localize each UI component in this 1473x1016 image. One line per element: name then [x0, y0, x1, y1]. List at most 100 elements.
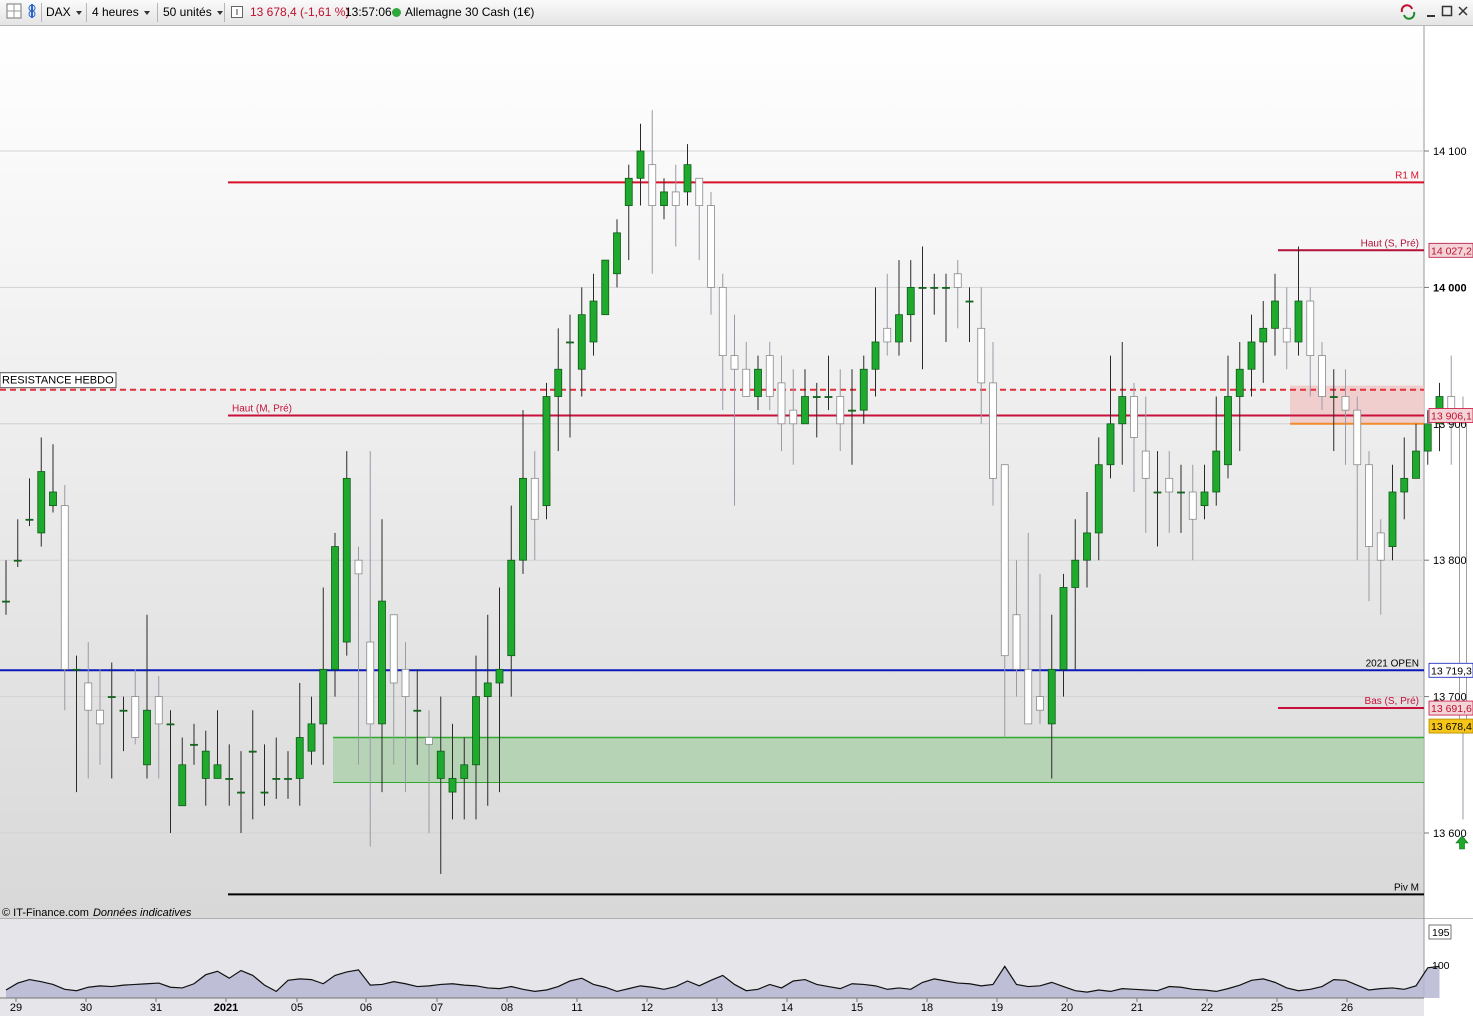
candle-bull: [319, 668, 328, 725]
status-dot-icon: [392, 8, 401, 17]
candle-bull: [260, 791, 269, 794]
x-tick-label: 19: [991, 1002, 1003, 1014]
candle-bear: [1130, 396, 1138, 438]
close-icon[interactable]: [1457, 4, 1469, 22]
candle-bull: [448, 778, 457, 793]
chevron-down-icon: [216, 10, 223, 15]
candle-bull: [1259, 327, 1268, 343]
candle-bull: [636, 150, 645, 179]
units-label: 50 unités: [163, 5, 212, 19]
link-icon[interactable]: [26, 0, 38, 25]
timeframe-select[interactable]: 4 heures: [92, 0, 150, 25]
level-label: 2021 OPEN: [1366, 658, 1419, 669]
candle-bull: [1083, 532, 1091, 561]
maximize-icon[interactable]: [1441, 4, 1453, 22]
candle-bull: [472, 696, 480, 766]
candle-bull: [1118, 396, 1127, 425]
y-tick-label: 13 800: [1433, 555, 1467, 567]
candle-bear: [1353, 409, 1362, 466]
candle-bear: [836, 396, 845, 425]
candle-bull: [1212, 450, 1221, 493]
refresh-icon[interactable]: [1399, 4, 1417, 24]
candle-bull: [754, 368, 762, 397]
candle-bear: [953, 273, 962, 288]
candle-bull: [272, 778, 281, 780]
candle-bull: [190, 743, 198, 746]
candle-bull: [824, 396, 833, 398]
indicator-axis-label: 195: [1432, 927, 1450, 939]
price-badge-label: 14 027,2: [1431, 245, 1472, 257]
price-badge-label: 13 906,1: [1431, 410, 1472, 422]
candle-bull: [613, 232, 621, 275]
candle-bear: [401, 668, 410, 698]
candle-bear: [707, 205, 715, 288]
candle-bear: [1282, 327, 1291, 343]
x-tick-label: 25: [1271, 1002, 1283, 1014]
candle-bear: [883, 327, 892, 343]
grid-icon[interactable]: [6, 0, 22, 25]
candle-bull: [1153, 491, 1162, 494]
candle-bull: [1224, 396, 1232, 466]
indicator-axis-label: 100: [1432, 960, 1450, 972]
toolbar-separator: [224, 3, 225, 22]
y-tick-label: 14 100: [1433, 146, 1467, 158]
candle-bear: [695, 177, 704, 206]
candle-bear: [131, 696, 140, 738]
candle-bull: [460, 764, 469, 779]
x-tick-label: 12: [641, 1002, 653, 1014]
candle-bear: [648, 164, 657, 206]
price-change: 13 678,4 (-1,61 %): [250, 5, 350, 19]
candle-bear: [718, 286, 727, 356]
support-zone: [333, 737, 1424, 783]
candle-bull: [37, 471, 46, 534]
toolbar-separator: [86, 3, 87, 22]
candle-bear: [530, 477, 539, 520]
x-tick-label: 18: [921, 1002, 933, 1014]
chevron-down-icon: [75, 10, 82, 15]
candle-bull: [49, 491, 57, 507]
candle-bull: [1247, 341, 1256, 370]
candle-bull: [683, 164, 692, 193]
candle-bear: [1341, 396, 1350, 411]
x-tick-label: 08: [501, 1002, 513, 1014]
candle-bear: [84, 682, 93, 711]
candle-bull: [624, 177, 633, 206]
candle-bear: [1036, 696, 1044, 711]
candle-bull: [589, 300, 598, 343]
level-label: Haut (S, Pré): [1361, 238, 1419, 249]
candle-bull: [1388, 491, 1397, 547]
candle-bull: [930, 286, 939, 289]
candle-bull: [143, 709, 151, 766]
candle-bull: [1294, 300, 1303, 343]
candle-bear: [1141, 450, 1150, 479]
candle-bull: [519, 477, 527, 561]
x-tick-label: 21: [1131, 1002, 1143, 1014]
symbol-label: DAX: [46, 5, 71, 19]
candle-bear: [789, 409, 798, 425]
candle-bull: [906, 286, 915, 316]
symbol-select[interactable]: DAX: [46, 0, 82, 25]
candle-bull: [1177, 491, 1185, 494]
candle-bear: [60, 505, 69, 670]
candle-bull: [918, 286, 927, 289]
price-chart[interactable]: R1 M Haut (S, Pré) RESISTANCE HEBDO Haut (M…: [0, 26, 1473, 918]
candle-bear: [1165, 477, 1174, 493]
candle-bear: [977, 327, 986, 384]
candle-bull: [942, 286, 950, 289]
candle-bull: [554, 368, 563, 397]
minimize-icon[interactable]: [1425, 4, 1437, 22]
x-tick-label: 14: [781, 1002, 793, 1014]
candle-bull: [307, 723, 316, 752]
timeframe-label: 4 heures: [92, 5, 139, 19]
candle-bull: [248, 750, 257, 753]
candle-bull: [225, 778, 234, 780]
info-icon[interactable]: [231, 0, 243, 25]
units-select[interactable]: 50 unités: [163, 0, 223, 25]
candle-bull: [859, 368, 868, 411]
candle-bull: [871, 341, 880, 370]
candle-bull: [965, 300, 974, 303]
candle-bear: [366, 641, 375, 725]
x-tick-label: 31: [150, 1002, 162, 1014]
indicator-panel[interactable]: 195100 29 30 31 2021 05 06 07 08 11 12 13 14 15 18 19 2…: [0, 918, 1473, 1016]
candle-bull: [1423, 423, 1432, 452]
